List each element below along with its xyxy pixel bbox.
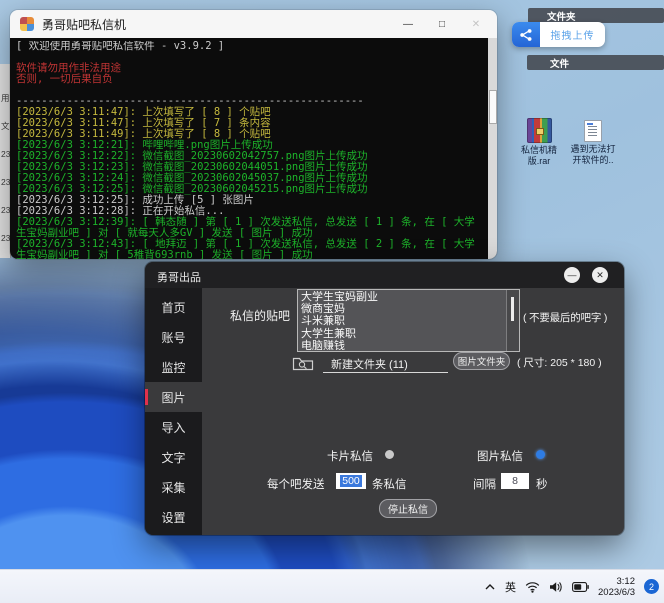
background-text-fragment: 23/: [1, 234, 10, 243]
sidebar-item[interactable]: 首页: [145, 292, 202, 322]
sidebar-item[interactable]: 导入: [145, 412, 202, 442]
winrar-archive-icon: [527, 118, 552, 143]
tieba-list-label: 私信的贴吧: [230, 307, 290, 324]
local-upload-button[interactable]: 拖拽上传: [512, 22, 605, 47]
console-line: 否则, 一切后果自负: [16, 74, 483, 85]
ime-indicator[interactable]: 英: [505, 579, 516, 595]
image-mode-radio[interactable]: [536, 450, 545, 459]
app-window: 勇哥出品 — ✕ 首页 账号 监控 图片 导入 文字 采集: [145, 262, 624, 535]
background-text-fragment: 23/: [1, 178, 10, 187]
sidebar-item[interactable]: 采集: [145, 472, 202, 502]
sidebar-item-label: 文字: [161, 449, 185, 466]
clock-date: 2023/6/3: [598, 587, 635, 598]
background-text-fragment: 23/: [1, 150, 10, 159]
list-item[interactable]: 大学生兼职: [301, 328, 505, 340]
tray-chevron-icon[interactable]: [484, 583, 496, 591]
list-item[interactable]: 斗米兼职: [301, 315, 505, 327]
list-item[interactable]: 微商宝妈: [301, 303, 505, 315]
sidebar-item[interactable]: 图片: [145, 382, 202, 412]
browse-folder-icon[interactable]: [292, 355, 314, 371]
image-folder-button[interactable]: 图片文件夹: [453, 352, 510, 370]
send-count-prefix: 每个吧发送: [267, 476, 325, 492]
app-title: 勇哥出品: [157, 269, 201, 285]
app-sidebar: 首页 账号 监控 图片 导入 文字 采集 设置: [145, 288, 202, 535]
file-section-label: 文件: [550, 56, 569, 70]
taskbar-clock[interactable]: 3:12 2023/6/3: [598, 576, 635, 598]
maximize-button[interactable]: □: [425, 10, 459, 38]
clock-time: 3:12: [598, 576, 635, 587]
interval-input[interactable]: 8: [501, 473, 529, 489]
desktop: 用数文日 23/23/23/23/ 勇哥贴吧私信机 — □ ✕ [ 欢迎使用勇哥贴…: [0, 0, 664, 603]
sidebar-item-label: 采集: [161, 479, 185, 496]
upload-icon-box: [512, 22, 540, 47]
send-count-suffix: 条私信: [372, 476, 407, 492]
listbox-scrollbar-thumb[interactable]: [511, 297, 514, 321]
tieba-listbox[interactable]: 大学生宝妈副业微商宝妈斗米兼职大学生兼职电脑赚钱: [297, 289, 520, 352]
console-line: [2023/6/3 3:12:39]: [ 韩态随 ] 第 [ 1 ] 次发送私…: [16, 217, 483, 239]
interval-unit: 秒: [536, 476, 548, 492]
close-button[interactable]: ✕: [459, 10, 493, 38]
taskbar: 英: [0, 569, 664, 603]
battery-icon[interactable]: [572, 582, 589, 592]
desktop-icon-label: 遇到无法打 开软件的..: [568, 144, 618, 165]
share-icon: [519, 28, 533, 42]
send-count-input[interactable]: 500: [336, 473, 366, 489]
console-window: 勇哥贴吧私信机 — □ ✕ [ 欢迎使用勇哥贴吧私信软件 - v3.9.2 ]软…: [10, 10, 497, 259]
interval-label: 间隔: [473, 476, 496, 492]
console-line: [2023/6/3 3:12:43]: [ 地拜迈 ] 第 [ 1 ] 次发送私…: [16, 239, 483, 259]
system-tray: 英: [484, 570, 659, 603]
notification-badge[interactable]: 2: [644, 579, 659, 594]
minimize-button[interactable]: —: [564, 267, 580, 283]
file-section-bar: 文件: [527, 55, 664, 70]
image-folder-underline: [323, 372, 448, 373]
minimize-button[interactable]: —: [391, 10, 425, 38]
background-text-fragment: 用数: [1, 94, 10, 103]
console-line: [ 欢迎使用勇哥贴吧私信软件 - v3.9.2 ]: [16, 41, 483, 52]
desktop-icon-textfile[interactable]: 遇到无法打 开软件的..: [568, 120, 618, 165]
sidebar-item[interactable]: 账号: [145, 322, 202, 352]
desktop-icon-label: 私信机精 版.rar: [514, 145, 564, 166]
sidebar-item-label: 首页: [161, 299, 185, 316]
image-size-hint: ( 尺寸: 205 * 180 ): [517, 355, 602, 370]
list-item[interactable]: 电脑赚钱: [301, 340, 505, 350]
console-app-icon: [20, 17, 34, 31]
card-mode-label: 卡片私信: [327, 448, 373, 464]
interval-value: 8: [512, 475, 518, 487]
wifi-icon[interactable]: [525, 581, 540, 593]
sidebar-item-label: 图片: [161, 389, 185, 406]
sidebar-item-label: 设置: [161, 509, 185, 526]
close-button[interactable]: ✕: [592, 267, 608, 283]
folder-section-label: 文件夹: [547, 9, 576, 23]
desktop-icon-rar[interactable]: 私信机精 版.rar: [514, 118, 564, 166]
sidebar-item[interactable]: 设置: [145, 502, 202, 532]
sidebar-item-label: 账号: [161, 329, 185, 346]
tieba-hint: ( 不要最后的吧字 ): [523, 310, 607, 325]
stop-messaging-button[interactable]: 停止私信: [379, 499, 437, 518]
card-mode-radio[interactable]: [385, 450, 394, 459]
background-text-fragment: 文日: [1, 122, 10, 131]
background-text-fragment: 23/: [1, 206, 10, 215]
app-titlebar[interactable]: 勇哥出品 — ✕: [145, 262, 624, 288]
folder-section-bar: 文件夹: [528, 8, 664, 23]
console-window-controls: — □ ✕: [391, 10, 497, 38]
image-folder-field[interactable]: 新建文件夹 (11): [331, 356, 408, 372]
sidebar-item[interactable]: 监控: [145, 352, 202, 382]
console-scrollbar-thumb[interactable]: [489, 90, 497, 124]
upload-button-label: 拖拽上传: [540, 22, 605, 47]
sidebar-item-label: 监控: [161, 359, 185, 376]
list-item[interactable]: 大学生宝妈副业: [301, 291, 505, 303]
console-output: [ 欢迎使用勇哥贴吧私信软件 - v3.9.2 ]软件请勿用作非法用途否则, 一…: [10, 38, 497, 259]
sidebar-item[interactable]: 文字: [145, 442, 202, 472]
image-mode-label: 图片私信: [477, 448, 523, 464]
console-titlebar[interactable]: 勇哥贴吧私信机 — □ ✕: [10, 10, 497, 38]
text-file-icon: [584, 120, 602, 142]
console-title: 勇哥贴吧私信机: [42, 16, 126, 33]
speaker-icon[interactable]: [549, 581, 563, 593]
listbox-scrollbar[interactable]: [506, 290, 519, 351]
console-scrollbar[interactable]: [488, 38, 497, 259]
sidebar-item-label: 导入: [161, 419, 185, 436]
send-count-value: 500: [340, 475, 362, 487]
